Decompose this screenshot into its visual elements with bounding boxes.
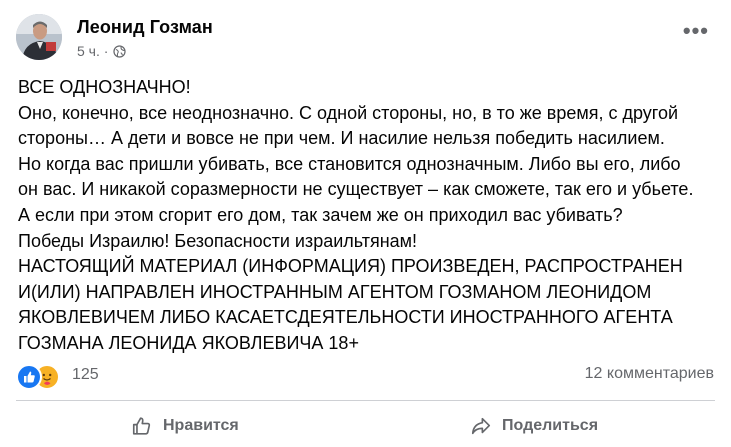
post-line: он вас. И никакой соразмерности не сущес… (18, 179, 694, 200)
reaction-count: 125 (72, 366, 99, 383)
post-line: И(ИЛИ) НАПРАВЛЕН ИНОСТРАННЫМ АГЕНТОМ ГОЗ… (18, 281, 652, 302)
post-line: ГОЗМАНА ЛЕОНИДА ЯКОВЛЕВИЧА 18+ (18, 332, 359, 353)
reaction-icons (16, 362, 64, 390)
comments-count[interactable]: 12 комментариев (585, 365, 714, 383)
post-line: НАСТОЯЩИЙ МАТЕРИАЛ (ИНФОРМАЦИЯ) ПРОИЗВЕД… (18, 256, 683, 277)
post-body: ВСЕ ОДНОЗНАЧНО! Оно, конечно, все неодно… (18, 75, 718, 357)
like-label: Нравится (163, 417, 239, 434)
post-line: Оно, конечно, все неоднозначно. С одной … (18, 102, 679, 123)
reactions-summary[interactable]: 125 (16, 362, 99, 390)
like-button[interactable]: Нравится (131, 410, 239, 442)
like-icon (16, 364, 42, 390)
post-line: ВСЕ ОДНОЗНАЧНО! (18, 77, 191, 97)
author-avatar[interactable] (16, 14, 62, 60)
post-line: ЯКОВЛЕВИЧЕМ ЛИБО КАСАЕТСДЕЯТЕЛЬНОСТИ ИНО… (18, 307, 673, 328)
more-options-icon[interactable]: ••• (683, 20, 709, 42)
share-label: Поделиться (502, 417, 599, 434)
post-meta: 5 ч. · (77, 43, 127, 59)
globe-icon (113, 44, 127, 58)
share-button[interactable]: Поделиться (470, 410, 598, 442)
author-name[interactable]: Леонид Гозман (77, 17, 213, 38)
post-line: А если при этом сгорит его дом, так заче… (18, 204, 623, 225)
avatar-photo (16, 14, 62, 60)
post-card: Леонид Гозман 5 ч. · ••• ВСЕ ОДНОЗНАЧНО!… (0, 0, 731, 447)
post-line: Но когда вас пришли убивать, все станови… (18, 153, 681, 174)
post-line: стороны… А дети и вовсе не при чем. И на… (18, 128, 665, 149)
share-arrow-icon (470, 415, 492, 437)
post-line: Победы Израилю! Безопасности израильтяна… (18, 230, 418, 251)
divider (16, 400, 715, 401)
thumbs-up-icon (131, 415, 153, 437)
post-timestamp[interactable]: 5 ч. · (77, 43, 108, 59)
